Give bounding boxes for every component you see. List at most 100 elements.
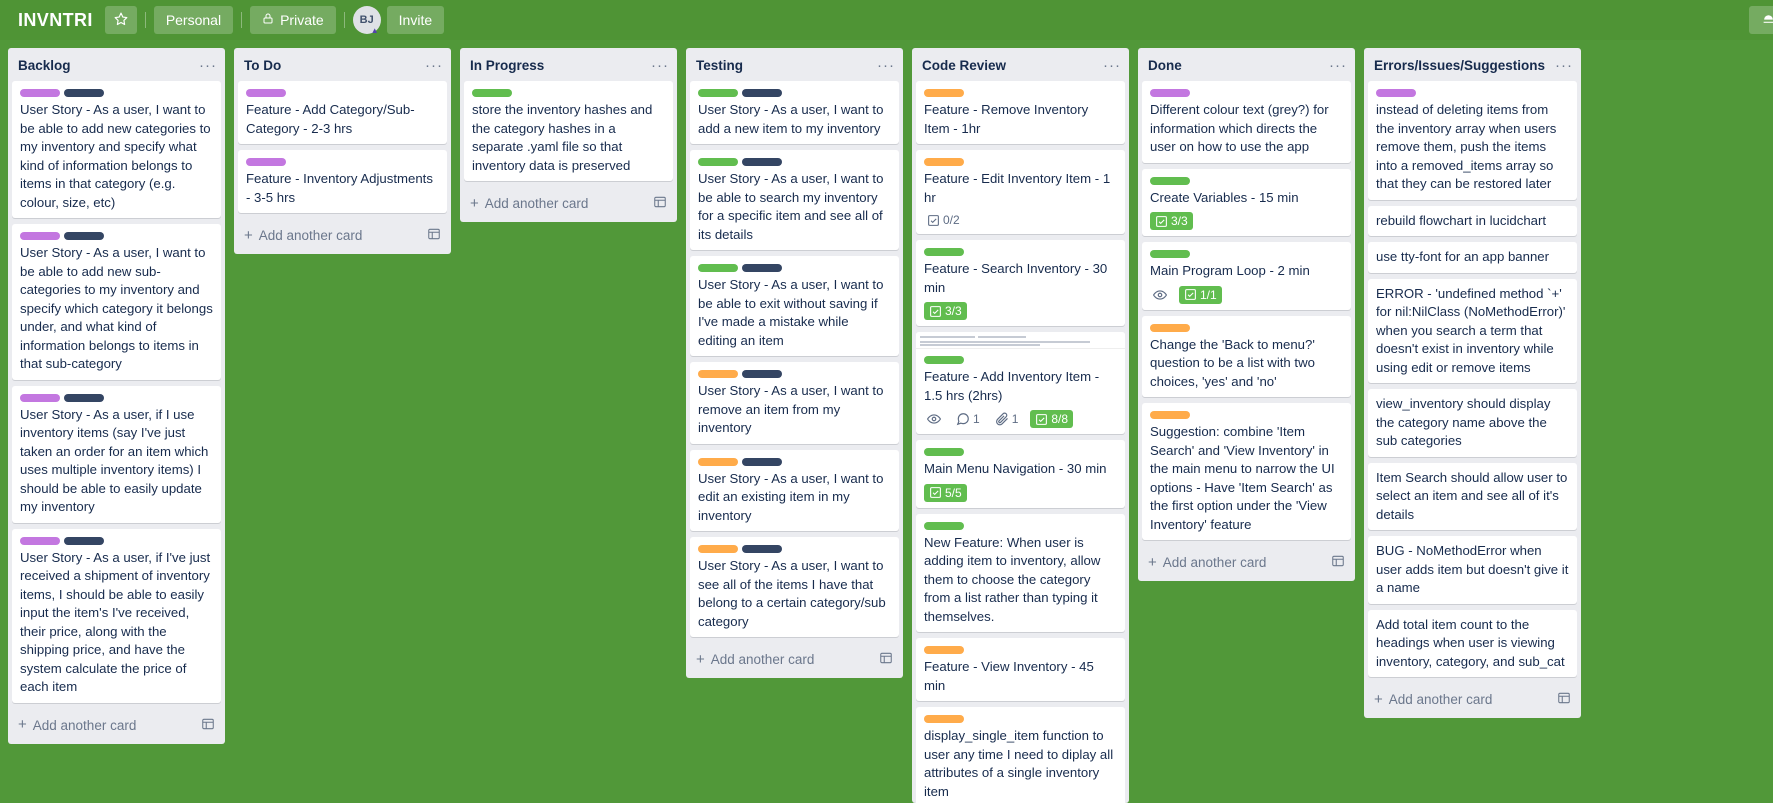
card[interactable]: Change the 'Back to menu?' question to b…	[1142, 315, 1351, 397]
card[interactable]: rebuild flowchart in lucidchart	[1368, 205, 1577, 236]
label-green[interactable]	[924, 521, 964, 530]
list-menu-icon[interactable]: ···	[1103, 58, 1121, 73]
label-navy[interactable]	[742, 545, 782, 553]
label-orange[interactable]	[924, 646, 964, 654]
card[interactable]: New Feature: When user is adding item to…	[916, 513, 1125, 632]
avatar[interactable]: BJ ▲	[352, 6, 381, 35]
label-purple[interactable]	[1376, 89, 1416, 97]
card[interactable]: Main Menu Navigation - 30 min 5/5	[916, 440, 1125, 508]
label-purple[interactable]	[1150, 89, 1190, 97]
team-visibility-button[interactable]: Personal	[153, 6, 234, 34]
label-navy[interactable]	[742, 264, 782, 272]
label-green[interactable]	[1150, 176, 1190, 185]
card[interactable]: ERROR - 'undefined method `+' for nil:Ni…	[1368, 278, 1577, 383]
card[interactable]: User Story - As a user, I want to be abl…	[12, 81, 221, 218]
label-green[interactable]	[698, 264, 738, 272]
card[interactable]: User Story - As a user, if I use invento…	[12, 385, 221, 523]
card[interactable]: Feature - Inventory Adjustments - 3-5 hr…	[238, 150, 447, 213]
add-card-button[interactable]: + Add another card	[1138, 546, 1355, 581]
card[interactable]: display_single_item function to user any…	[916, 707, 1125, 803]
label-green[interactable]	[924, 356, 964, 364]
card[interactable]: Suggestion: combine 'Item Search' and 'V…	[1142, 403, 1351, 540]
card[interactable]: use tty-font for an app banner	[1368, 242, 1577, 273]
label-orange[interactable]	[698, 545, 738, 553]
label-purple[interactable]	[20, 232, 60, 240]
list-menu-icon[interactable]: ···	[1329, 58, 1347, 73]
template-card-icon[interactable]	[427, 227, 441, 244]
card[interactable]: User Story - As a user, if I've just rec…	[12, 528, 221, 703]
template-card-icon[interactable]	[1557, 691, 1571, 708]
card[interactable]: Feature - View Inventory - 45 min	[916, 638, 1125, 701]
card[interactable]: User Story - As a user, I want to add a …	[690, 81, 899, 144]
label-orange[interactable]	[698, 457, 738, 466]
star-button[interactable]	[104, 6, 137, 34]
label-navy[interactable]	[64, 232, 104, 240]
template-card-icon[interactable]	[879, 651, 893, 668]
list-title[interactable]: Backlog	[18, 58, 71, 73]
add-card-button[interactable]: + Add another card	[8, 709, 225, 744]
label-orange[interactable]	[1150, 323, 1190, 332]
list-menu-icon[interactable]: ···	[877, 58, 895, 73]
privacy-button[interactable]: Private	[250, 6, 336, 34]
card[interactable]: User Story - As a user, I want to remove…	[690, 362, 899, 444]
card[interactable]: Feature - Add Category/Sub-Category - 2-…	[238, 81, 447, 144]
label-green[interactable]	[698, 89, 738, 97]
card[interactable]: Feature - Add Inventory Item - 1.5 hrs (…	[916, 332, 1125, 434]
list-menu-icon[interactable]: ···	[1555, 58, 1573, 73]
label-green[interactable]	[1150, 250, 1190, 258]
label-purple[interactable]	[20, 536, 60, 545]
label-navy[interactable]	[64, 393, 104, 402]
label-navy[interactable]	[742, 370, 782, 378]
card[interactable]: Item Search should allow user to select …	[1368, 462, 1577, 530]
label-navy[interactable]	[64, 536, 104, 545]
add-card-button[interactable]: + Add another card	[686, 643, 903, 678]
list-title[interactable]: Errors/Issues/Suggestions	[1374, 58, 1545, 73]
template-card-icon[interactable]	[201, 717, 215, 734]
label-orange[interactable]	[924, 89, 964, 97]
label-navy[interactable]	[742, 457, 782, 466]
label-purple[interactable]	[246, 89, 286, 97]
card[interactable]: User Story - As a user, I want to edit a…	[690, 449, 899, 531]
add-card-button[interactable]: + Add another card	[1364, 683, 1581, 718]
label-orange[interactable]	[924, 715, 964, 723]
label-navy[interactable]	[742, 158, 782, 166]
card[interactable]: Feature - Remove Inventory Item - 1hr	[916, 81, 1125, 144]
label-green[interactable]	[924, 448, 964, 456]
card[interactable]: Create Variables - 15 min 3/3	[1142, 168, 1351, 236]
card[interactable]: User Story - As a user, I want to see al…	[690, 537, 899, 637]
card[interactable]: BUG - NoMethodError when user adds item …	[1368, 536, 1577, 604]
card[interactable]: view_inventory should display the catego…	[1368, 389, 1577, 457]
label-green[interactable]	[924, 248, 964, 256]
card[interactable]: Feature - Edit Inventory Item - 1 hr 0/2	[916, 150, 1125, 234]
label-purple[interactable]	[20, 89, 60, 97]
invite-button[interactable]: Invite	[386, 6, 445, 34]
add-card-button[interactable]: + Add another card	[460, 187, 677, 222]
card[interactable]: User Story - As a user, I want to be abl…	[690, 256, 899, 356]
list-menu-icon[interactable]: ···	[651, 58, 669, 73]
label-orange[interactable]	[924, 158, 964, 166]
card[interactable]: Feature - Search Inventory - 30 min 3/3	[916, 240, 1125, 326]
add-card-button[interactable]: + Add another card	[234, 219, 451, 254]
label-green[interactable]	[472, 89, 512, 97]
card[interactable]: instead of deleting items from the inven…	[1368, 81, 1577, 200]
template-card-icon[interactable]	[653, 195, 667, 212]
label-navy[interactable]	[64, 89, 104, 97]
card[interactable]: User Story - As a user, I want to be abl…	[12, 224, 221, 380]
card[interactable]: Different colour text (grey?) for inform…	[1142, 81, 1351, 163]
list-title[interactable]: Done	[1148, 58, 1182, 73]
list-menu-icon[interactable]: ···	[199, 58, 217, 73]
template-card-icon[interactable]	[1331, 554, 1345, 571]
card[interactable]: store the inventory hashes and the categ…	[464, 81, 673, 181]
label-purple[interactable]	[20, 393, 60, 402]
list-title[interactable]: In Progress	[470, 58, 544, 73]
card[interactable]: Add total item count to the headings whe…	[1368, 609, 1577, 677]
list-title[interactable]: Testing	[696, 58, 743, 73]
label-navy[interactable]	[742, 89, 782, 97]
label-orange[interactable]	[1150, 411, 1190, 419]
list-menu-icon[interactable]: ···	[425, 58, 443, 73]
card[interactable]: Main Program Loop - 2 min 1/1	[1142, 242, 1351, 310]
label-green[interactable]	[698, 158, 738, 166]
list-title[interactable]: To Do	[244, 58, 281, 73]
label-orange[interactable]	[698, 370, 738, 378]
card[interactable]: User Story - As a user, I want to be abl…	[690, 150, 899, 250]
